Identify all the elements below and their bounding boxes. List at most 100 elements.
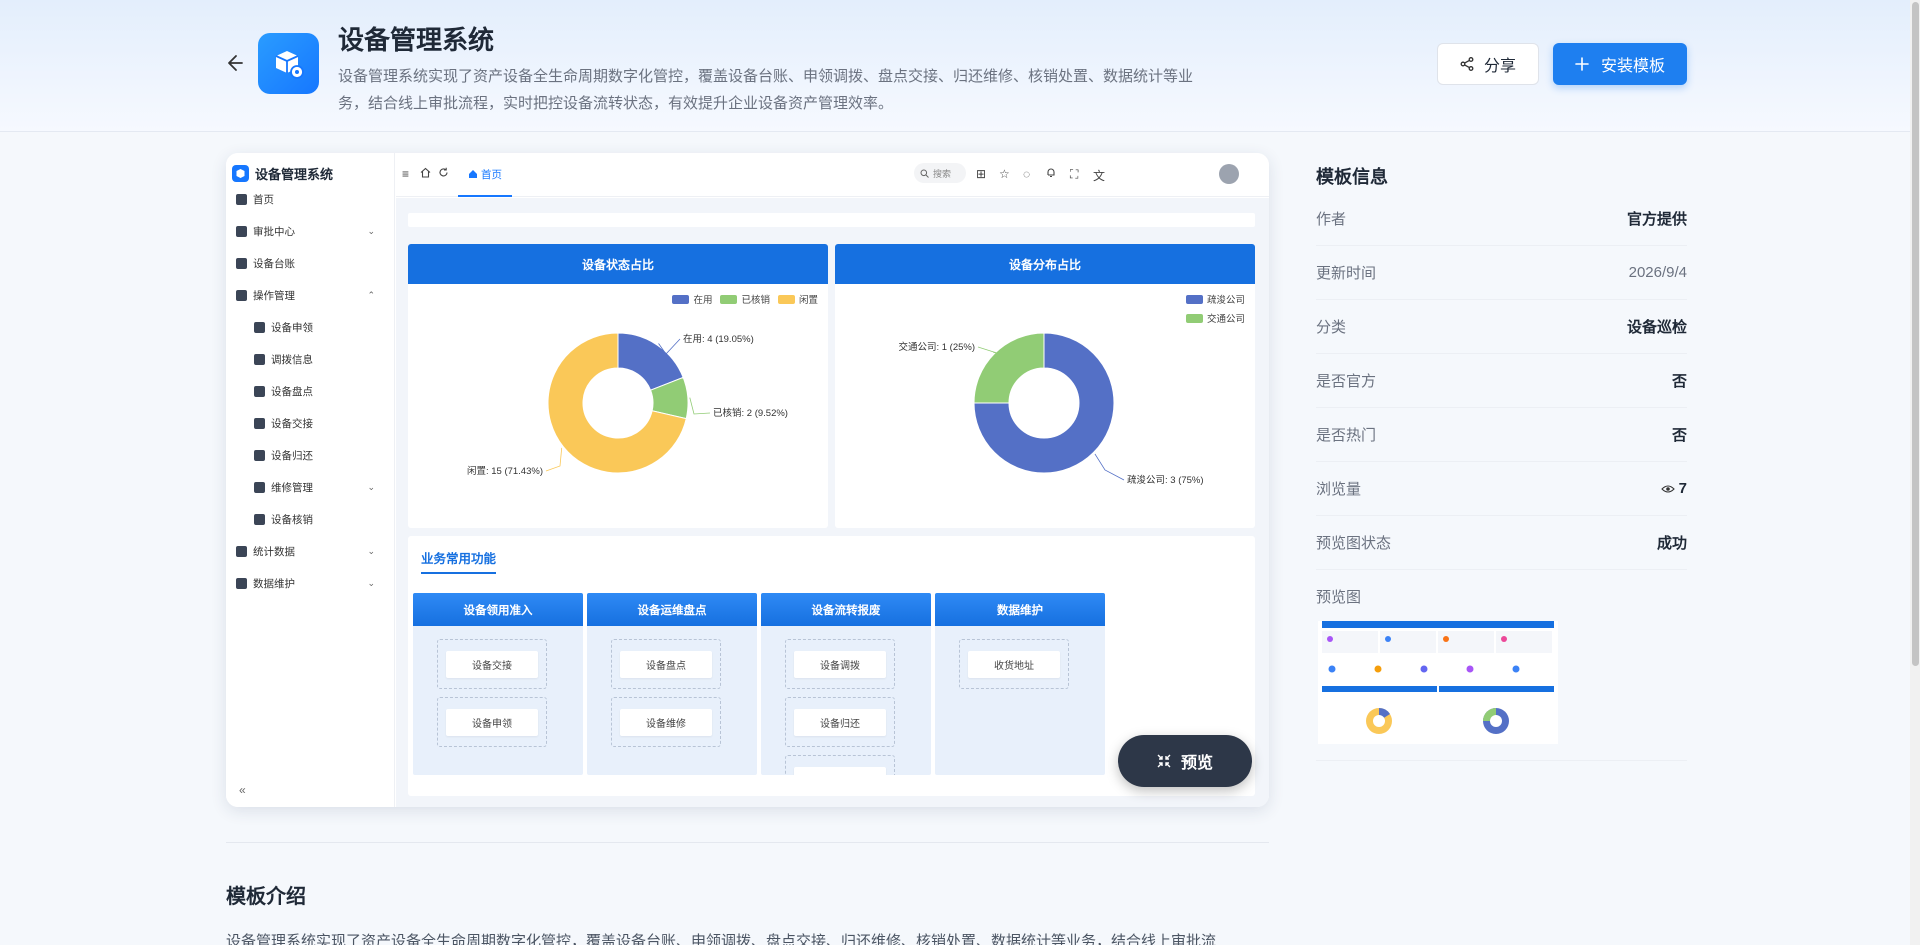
sidebar-item-7[interactable]: 设备交接 (226, 407, 395, 439)
sidebar-item-10[interactable]: 设备核销 (226, 503, 395, 535)
distribution-pie-chart: 疏浚公司: 3 (75%) 交通公司: 1 (25%) (898, 332, 1204, 486)
menu-item-icon (236, 225, 247, 237)
menu-item-icon (254, 417, 265, 429)
template-preview: 设备管理系统 首页 审批中心 ⌄ 设备台账 操作管理 ⌃ 设备申领 调拨信息 设备盘点 设备交接设… (226, 153, 1269, 807)
status-pie-chart: 在用: 4 (19.05%) 已核销: 2 (9.52%) 闲置: 15 (71.4… (467, 332, 788, 477)
sidebar-item-8[interactable]: 设备归还 (226, 439, 395, 471)
preview-topbar: ≡ 首页 搜索 ⊞ ☆ ◌ ⛶ 文 (396, 153, 1269, 197)
pie-data-label: 已核销: 2 (9.52%) (713, 407, 788, 419)
menu-item-icon (236, 289, 247, 301)
business-function-button[interactable]: 设备交接 (446, 651, 538, 678)
scrollbar-thumb[interactable] (1912, 2, 1919, 666)
info-label: 分类 (1316, 319, 1347, 336)
sidebar-item-label: 设备归还 (271, 449, 313, 462)
menu-item-icon (236, 545, 247, 557)
preview-content: 设备状态占比 在用 已核销 闲置 在用: 4 (19.05%) 已核销: 2 (9.5… (396, 198, 1269, 807)
business-function-button[interactable]: 设备核销 (794, 767, 886, 775)
sidebar-item-6[interactable]: 设备盘点 (226, 375, 395, 407)
avatar[interactable] (1219, 164, 1239, 184)
chevron-down-icon: ⌄ (367, 225, 375, 236)
business-function-button[interactable]: 设备盘点 (620, 651, 712, 678)
sidebar-item-1[interactable]: 审批中心 ⌄ (226, 215, 395, 247)
menu-item-icon (236, 257, 247, 269)
menu-toggle-icon[interactable]: ≡ (402, 167, 409, 181)
install-label: 安装模板 (1600, 58, 1665, 75)
info-label: 更新时间 (1316, 265, 1377, 282)
business-function-button[interactable]: 设备归还 (794, 709, 886, 736)
info-value: 7 (1678, 480, 1687, 497)
share-button[interactable]: 分享 (1437, 43, 1539, 85)
status-chart-card: 设备状态占比 在用 已核销 闲置 在用: 4 (19.05%) 已核销: 2 (9.5… (408, 244, 828, 528)
sidebar-item-12[interactable]: 数据维护 ⌄ (226, 567, 395, 599)
sidebar-item-3[interactable]: 操作管理 ⌃ (226, 279, 395, 311)
business-group-title: 设备运维盘点 (587, 593, 757, 626)
pie-data-label: 闲置: 15 (71.43%) (467, 466, 543, 477)
business-function-button[interactable]: 设备调拨 (794, 651, 886, 678)
info-label: 浏览量 (1316, 481, 1362, 498)
business-button-slot: 设备申领 (437, 697, 547, 747)
home-icon[interactable] (420, 167, 431, 181)
page-header: 设备管理系统 设备管理系统实现了资产设备全生命周期数字化管控，覆盖设备台账、申领… (0, 0, 1910, 132)
info-value: 设备巡检 (1626, 319, 1687, 336)
sidebar-item-label: 维修管理 (271, 481, 313, 494)
brand-logo-icon (232, 165, 249, 182)
plus-icon (1575, 57, 1589, 71)
business-function-button[interactable]: 设备维修 (620, 709, 712, 736)
section-divider (226, 842, 1269, 843)
eye-icon (1660, 484, 1675, 493)
pie-slice-1[interactable] (973, 332, 1045, 404)
business-button-slot: 设备盘点 (611, 639, 721, 689)
business-group-card: 设备领用准入设备交接设备申领 (413, 593, 583, 775)
top-strip (408, 213, 1255, 227)
sidebar-item-label: 设备台账 (253, 257, 295, 270)
message-icon[interactable]: ◌ (1023, 167, 1030, 181)
share-label: 分享 (1483, 58, 1516, 75)
intro-text: 设备管理系统实现了资产设备全生命周期数字化管控，覆盖设备台账、申领调拨、盘点交接… (226, 933, 1217, 945)
business-function-button[interactable]: 设备申领 (446, 709, 538, 736)
grid-icon[interactable]: ⊞ (976, 167, 986, 181)
install-template-button[interactable]: 安装模板 (1553, 43, 1687, 85)
chevron-down-icon: ⌄ (367, 481, 375, 492)
business-group-title: 设备领用准入 (413, 593, 583, 626)
chevron-down-icon: ⌄ (367, 577, 375, 588)
menu-item-icon (254, 513, 265, 525)
pie-label-line (689, 397, 711, 415)
sidebar-item-4[interactable]: 设备申领 (226, 311, 395, 343)
sidebar-item-11[interactable]: 统计数据 ⌄ (226, 535, 395, 567)
sidebar-item-2[interactable]: 设备台账 (226, 247, 395, 279)
refresh-icon[interactable] (438, 167, 449, 181)
info-row: 更新时间 2026/9/4 (1316, 246, 1687, 300)
star-icon[interactable]: ☆ (999, 167, 1010, 181)
sidebar-item-5[interactable]: 调拨信息 (226, 343, 395, 375)
app-cube-icon (258, 33, 319, 94)
preview-button[interactable]: 预览 (1118, 735, 1252, 787)
chevron-down-icon: ⌄ (367, 545, 375, 556)
info-value-wrap: 2026/9/4 (1629, 264, 1687, 281)
info-value: 官方提供 (1626, 211, 1687, 228)
translate-icon[interactable]: 文 (1093, 167, 1105, 184)
business-function-button[interactable]: 收货地址 (968, 651, 1060, 678)
sidebar-item-label: 设备申领 (271, 321, 313, 334)
tab-home[interactable]: 首页 (458, 153, 512, 197)
search-input[interactable]: 搜索 (914, 163, 966, 183)
preview-thumbnail[interactable] (1318, 621, 1558, 744)
info-row: 是否官方 否 (1316, 354, 1687, 408)
info-row: 分类 设备巡检 (1316, 300, 1687, 354)
bell-icon[interactable] (1046, 167, 1056, 181)
business-group-card: 数据维护 收货地址 (935, 593, 1105, 775)
sidebar-item-label: 数据维护 (253, 577, 295, 590)
sidebar-item-0[interactable]: 首页 (226, 183, 395, 215)
sidebar-item-label: 审批中心 (253, 225, 295, 238)
page-title: 设备管理系统 (338, 25, 495, 55)
sidebar-item-label: 设备盘点 (271, 385, 313, 398)
pie-data-label: 在用: 4 (19.05%) (683, 333, 754, 345)
business-button-slot: 设备归还 (785, 697, 895, 747)
menu-item-icon (254, 321, 265, 333)
status-chart-title: 设备状态占比 (408, 244, 828, 284)
sidebar-item-9[interactable]: 维修管理 ⌄ (226, 471, 395, 503)
fullscreen-icon[interactable]: ⛶ (1070, 167, 1078, 182)
back-arrow-icon[interactable] (222, 52, 244, 74)
collapse-sidebar-icon[interactable]: « (239, 783, 246, 797)
info-label: 是否官方 (1316, 373, 1377, 390)
intro-title: 模板介绍 (226, 886, 306, 908)
